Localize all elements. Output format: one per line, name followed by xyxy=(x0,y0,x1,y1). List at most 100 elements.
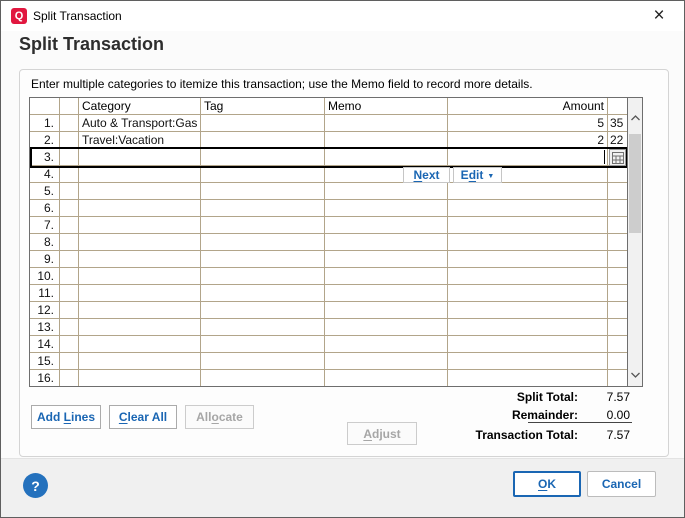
category-cell[interactable] xyxy=(79,183,201,200)
amount-dollars-cell[interactable] xyxy=(448,302,608,319)
amount-cents-cell[interactable] xyxy=(608,234,627,251)
memo-cell[interactable] xyxy=(325,183,448,200)
amount-dollars-cell[interactable] xyxy=(448,251,608,268)
tag-cell[interactable] xyxy=(201,183,325,200)
tag-cell[interactable] xyxy=(201,200,325,217)
amount-cents-cell[interactable] xyxy=(608,166,627,183)
category-cell[interactable]: Travel:Vacation xyxy=(79,132,201,149)
memo-cell[interactable] xyxy=(325,285,448,302)
category-cell[interactable] xyxy=(79,285,201,302)
category-cell[interactable] xyxy=(79,319,201,336)
category-cell[interactable]: Auto & Transport:Gas &... xyxy=(79,115,201,132)
amount-dollars-cell[interactable]: 5 xyxy=(448,115,608,132)
amount-cents-cell[interactable] xyxy=(608,302,627,319)
amount-cents-cell[interactable] xyxy=(608,183,627,200)
tag-cell[interactable] xyxy=(201,268,325,285)
row-number-cell: 6. xyxy=(30,200,60,217)
category-cell[interactable] xyxy=(79,370,201,387)
memo-cell[interactable] xyxy=(325,268,448,285)
help-button[interactable]: ? xyxy=(23,473,48,498)
instruction-text: Enter multiple categories to itemize thi… xyxy=(31,77,533,91)
category-cell[interactable] xyxy=(79,217,201,234)
category-cell[interactable] xyxy=(79,302,201,319)
tag-cell[interactable] xyxy=(201,251,325,268)
amount-dollars-cell[interactable] xyxy=(448,183,608,200)
category-cell[interactable] xyxy=(79,336,201,353)
amount-dollars-cell[interactable] xyxy=(448,336,608,353)
row-number-cell: 13. xyxy=(30,319,60,336)
cancel-button[interactable]: Cancel xyxy=(587,471,656,497)
scrollbar-thumb[interactable] xyxy=(629,134,641,233)
amount-cents-cell[interactable] xyxy=(608,319,627,336)
adjust-button[interactable]: Adjust xyxy=(347,422,417,445)
next-button[interactable]: Next xyxy=(403,167,450,183)
tag-cell[interactable] xyxy=(201,319,325,336)
amount-cents-cell[interactable]: 22 xyxy=(608,132,627,149)
amount-cents-cell[interactable] xyxy=(608,336,627,353)
memo-cell[interactable] xyxy=(325,370,448,387)
add-lines-button[interactable]: Add Lines xyxy=(31,405,101,429)
amount-dollars-cell[interactable] xyxy=(448,234,608,251)
memo-cell[interactable] xyxy=(325,217,448,234)
amount-dollars-cell[interactable]: 2 xyxy=(448,132,608,149)
tag-cell[interactable] xyxy=(201,166,325,183)
amount-cents-cell[interactable] xyxy=(608,370,627,387)
allocate-button[interactable]: Allocate xyxy=(185,405,254,429)
amount-dollars-cell[interactable] xyxy=(448,200,608,217)
tag-cell[interactable] xyxy=(201,370,325,387)
tag-cell[interactable] xyxy=(201,353,325,370)
category-cell[interactable] xyxy=(79,251,201,268)
category-cell[interactable] xyxy=(79,149,201,166)
tag-cell[interactable] xyxy=(201,115,325,132)
memo-cell[interactable] xyxy=(325,132,448,149)
row-flag-cell xyxy=(60,132,79,149)
vertical-scrollbar[interactable] xyxy=(627,98,642,386)
amount-dollars-cell[interactable] xyxy=(448,319,608,336)
ok-button[interactable]: OK xyxy=(513,471,581,497)
clear-all-button[interactable]: Clear All xyxy=(109,405,177,429)
category-cell[interactable] xyxy=(79,268,201,285)
memo-cell[interactable] xyxy=(325,336,448,353)
amount-cents-cell[interactable] xyxy=(608,285,627,302)
scroll-up-icon[interactable] xyxy=(628,110,642,126)
category-cell[interactable] xyxy=(79,234,201,251)
memo-cell[interactable] xyxy=(325,302,448,319)
tag-cell[interactable] xyxy=(201,149,325,166)
memo-cell[interactable] xyxy=(325,200,448,217)
row-flag-cell xyxy=(60,268,79,285)
scroll-down-icon[interactable] xyxy=(628,367,642,383)
tag-cell[interactable] xyxy=(201,132,325,149)
header-tag: Tag xyxy=(201,98,325,115)
amount-cents-cell[interactable] xyxy=(608,251,627,268)
text-caret xyxy=(604,150,605,164)
amount-cents-cell[interactable] xyxy=(608,353,627,370)
tag-cell[interactable] xyxy=(201,234,325,251)
category-cell[interactable] xyxy=(79,200,201,217)
memo-cell[interactable] xyxy=(325,319,448,336)
tag-cell[interactable] xyxy=(201,217,325,234)
tag-cell[interactable] xyxy=(201,302,325,319)
amount-dollars-cell[interactable] xyxy=(448,285,608,302)
close-icon[interactable]: × xyxy=(640,1,678,31)
amount-cents-cell[interactable]: 35 xyxy=(608,115,627,132)
memo-cell[interactable] xyxy=(325,115,448,132)
edit-button[interactable]: Edit▼ xyxy=(453,167,502,183)
amount-dollars-cell[interactable] xyxy=(448,217,608,234)
amount-dollars-cell[interactable] xyxy=(448,370,608,387)
amount-dollars-cell[interactable] xyxy=(448,149,608,166)
amount-dollars-cell[interactable] xyxy=(448,353,608,370)
amount-cents-cell[interactable] xyxy=(608,200,627,217)
memo-cell[interactable] xyxy=(325,251,448,268)
tag-cell[interactable] xyxy=(201,285,325,302)
memo-cell[interactable] xyxy=(325,234,448,251)
calculator-button[interactable] xyxy=(609,149,626,166)
amount-dollars-cell[interactable] xyxy=(448,268,608,285)
category-cell[interactable] xyxy=(79,166,201,183)
category-cell[interactable] xyxy=(79,353,201,370)
dropdown-caret-icon: ▼ xyxy=(487,173,494,180)
amount-cents-cell[interactable] xyxy=(608,268,627,285)
memo-cell[interactable] xyxy=(325,149,448,166)
memo-cell[interactable] xyxy=(325,353,448,370)
amount-cents-cell[interactable] xyxy=(608,217,627,234)
tag-cell[interactable] xyxy=(201,336,325,353)
